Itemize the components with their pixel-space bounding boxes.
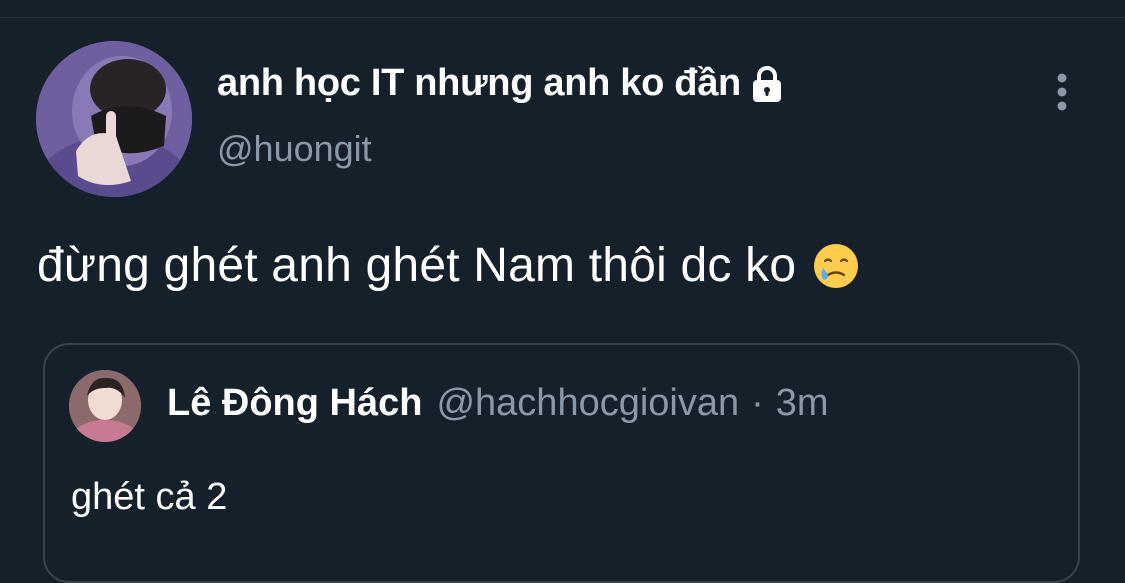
quoted-author-avatar[interactable]: [69, 370, 141, 442]
quoted-tweet-text: ghét cả 2: [71, 476, 228, 518]
author-display-name[interactable]: anh học IT nhưng anh ko đần: [217, 62, 787, 105]
quoted-author-avatar-image: [69, 370, 141, 442]
more-vertical-icon[interactable]: [1048, 70, 1076, 114]
quoted-tweet-card[interactable]: Lê Đông Hách @hachhocgioivan · 3m ghét c…: [43, 343, 1080, 583]
tweet-text-content: đừng ghét anh ghét Nam thôi dc ko: [37, 239, 797, 292]
author-avatar-image: [36, 41, 192, 197]
top-divider: [0, 17, 1125, 18]
quoted-author-handle[interactable]: @hachhocgioivan: [436, 382, 739, 425]
face-holding-back-tears-icon: [812, 242, 860, 290]
author-display-name-text: anh học IT nhưng anh ko đần: [217, 62, 741, 104]
tweet-text: đừng ghét anh ghét Nam thôi dc ko: [37, 238, 860, 293]
separator-dot: ·: [751, 382, 764, 424]
quoted-tweet-timestamp[interactable]: 3m: [776, 382, 829, 425]
quoted-tweet-header: Lê Đông Hách @hachhocgioivan · 3m: [167, 382, 829, 425]
author-handle[interactable]: @huongit: [217, 128, 372, 170]
author-avatar[interactable]: [36, 41, 192, 197]
quoted-author-display-name[interactable]: Lê Đông Hách: [167, 382, 422, 425]
lock-icon: [747, 64, 787, 104]
